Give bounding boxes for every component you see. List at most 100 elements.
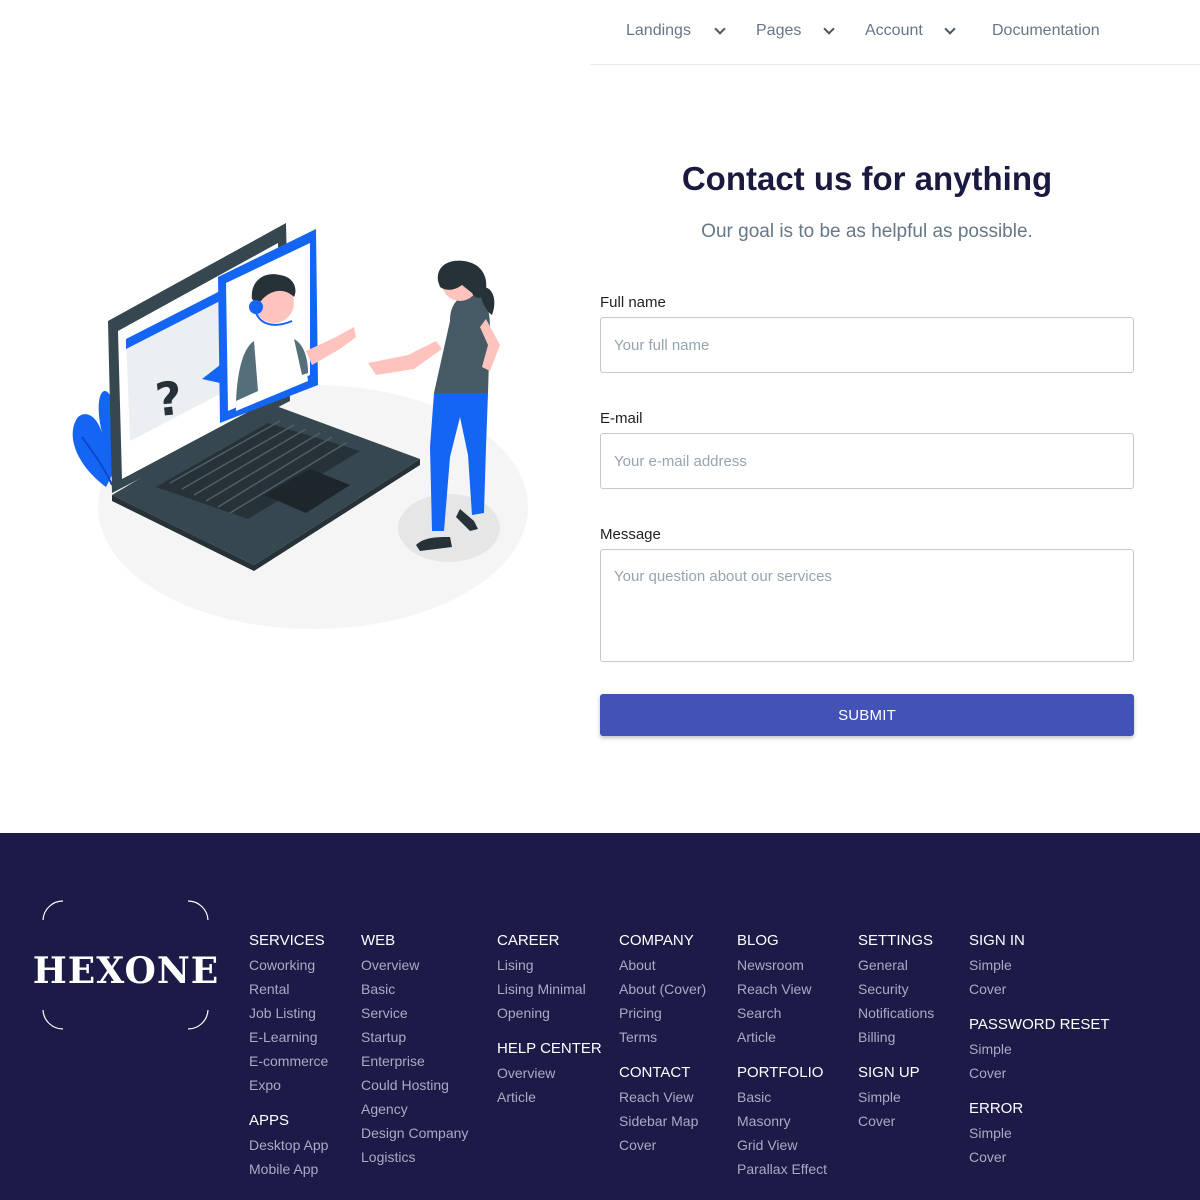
footer-link[interactable]: Basic bbox=[361, 977, 468, 1001]
nav-item-pages[interactable]: Pages bbox=[756, 22, 836, 40]
footer-heading: SIGN IN bbox=[969, 932, 1025, 949]
nav-item-label: Pages bbox=[756, 22, 802, 39]
question-mark-glyph: ? bbox=[153, 371, 185, 427]
footer-link[interactable]: Sidebar Map bbox=[619, 1109, 706, 1133]
footer-link[interactable]: About (Cover) bbox=[619, 977, 706, 1001]
footer-section-gap bbox=[619, 1049, 706, 1061]
footer-section-gap bbox=[249, 1097, 328, 1109]
footer: HEXONE SERVICES Coworking Rental Job Listin… bbox=[0, 833, 1200, 1200]
footer-link[interactable]: Agency bbox=[361, 1097, 468, 1121]
footer-link[interactable]: Simple bbox=[969, 953, 1110, 977]
footer-heading: CAREER bbox=[497, 932, 560, 949]
nav-item-label: Documentation bbox=[992, 22, 1100, 39]
chevron-down-icon bbox=[823, 22, 836, 35]
footer-column: BLOG Newsroom Reach View Search Article PORTF… bbox=[737, 929, 827, 1181]
page-title: Contact us for anything bbox=[681, 160, 1053, 197]
footer-link[interactable]: Mobile App bbox=[249, 1157, 328, 1181]
footer-section-gap bbox=[497, 1025, 602, 1037]
footer-column: SETTINGS General Security Notifications Bill… bbox=[858, 929, 934, 1133]
full-name-label: Full name bbox=[600, 294, 666, 311]
footer-heading: PASSWORD RESET bbox=[969, 1016, 1110, 1033]
footer-heading: APPS bbox=[249, 1112, 290, 1129]
footer-link[interactable]: Basic bbox=[737, 1085, 827, 1109]
footer-heading: COMPANY bbox=[619, 932, 694, 949]
footer-link[interactable]: Newsroom bbox=[737, 953, 827, 977]
nav-item-account[interactable]: Account bbox=[865, 22, 956, 40]
footer-link[interactable]: Enterprise bbox=[361, 1049, 468, 1073]
footer-link[interactable]: Cover bbox=[619, 1133, 706, 1157]
footer-link[interactable]: Simple bbox=[858, 1085, 934, 1109]
footer-link[interactable]: Overview bbox=[497, 1061, 602, 1085]
footer-link[interactable]: Cover bbox=[969, 977, 1110, 1001]
footer-link[interactable]: About bbox=[619, 953, 706, 977]
footer-link[interactable]: Terms bbox=[619, 1025, 706, 1049]
footer-section-gap bbox=[737, 1049, 827, 1061]
nav-item-landings[interactable]: Landings bbox=[626, 22, 726, 40]
footer-link[interactable]: Reach View bbox=[619, 1085, 706, 1109]
footer-link[interactable]: Article bbox=[497, 1085, 602, 1109]
footer-link[interactable]: Notifications bbox=[858, 1001, 934, 1025]
email-label: E-mail bbox=[600, 410, 643, 427]
footer-link[interactable]: Job Listing bbox=[249, 1001, 328, 1025]
nav-item-documentation[interactable]: Documentation bbox=[992, 22, 1100, 40]
footer-link[interactable]: Security bbox=[858, 977, 934, 1001]
footer-link[interactable]: Could Hosting bbox=[361, 1073, 468, 1097]
footer-link[interactable]: Billing bbox=[858, 1025, 934, 1049]
message-textarea[interactable] bbox=[600, 549, 1134, 662]
footer-section-gap bbox=[969, 1001, 1110, 1013]
logo[interactable]: HEXONE bbox=[0, 950, 252, 992]
footer-link[interactable]: Coworking bbox=[249, 953, 328, 977]
footer-link[interactable]: Cover bbox=[969, 1061, 1110, 1085]
submit-button[interactable]: SUBMIT bbox=[600, 694, 1134, 736]
footer-link[interactable]: Rental bbox=[249, 977, 328, 1001]
footer-heading: WEB bbox=[361, 932, 396, 949]
chevron-down-icon bbox=[944, 22, 956, 35]
message-label: Message bbox=[600, 526, 661, 543]
page-subtitle: Our goal is to be as helpful as possible… bbox=[701, 221, 1033, 242]
footer-link[interactable]: Cover bbox=[858, 1109, 934, 1133]
footer-link[interactable]: E-Learning bbox=[249, 1025, 328, 1049]
footer-heading: HELP CENTER bbox=[497, 1040, 602, 1057]
footer-link[interactable]: Lising Minimal bbox=[497, 977, 602, 1001]
top-navigation: Landings Pages Account Documentation bbox=[590, 0, 1200, 65]
footer-link[interactable]: Simple bbox=[969, 1121, 1110, 1145]
footer-link[interactable]: Lising bbox=[497, 953, 602, 977]
footer-link[interactable]: General bbox=[858, 953, 934, 977]
footer-column: COMPANY About About (Cover) Pricing Terms CON… bbox=[619, 929, 706, 1157]
full-name-input[interactable] bbox=[600, 317, 1134, 373]
nav-item-label: Account bbox=[865, 22, 923, 39]
footer-link[interactable]: Pricing bbox=[619, 1001, 706, 1025]
footer-heading: ERROR bbox=[969, 1100, 1024, 1117]
footer-column: CAREER Lising Lising Minimal Opening HELP CE… bbox=[497, 929, 602, 1109]
footer-link[interactable]: Reach View bbox=[737, 977, 827, 1001]
footer-heading: SERVICES bbox=[249, 932, 325, 949]
footer-column: WEB Overview Basic Service Startup Enterprise… bbox=[361, 929, 468, 1169]
footer-link[interactable]: Parallax Effect bbox=[737, 1157, 827, 1181]
footer-link[interactable]: Design Company bbox=[361, 1121, 468, 1145]
footer-section-gap bbox=[858, 1049, 934, 1061]
footer-link[interactable]: Grid View bbox=[737, 1133, 827, 1157]
footer-link[interactable]: Logistics bbox=[361, 1145, 468, 1169]
email-input[interactable] bbox=[600, 433, 1134, 489]
footer-link[interactable]: Masonry bbox=[737, 1109, 827, 1133]
footer-link[interactable]: Overview bbox=[361, 953, 468, 977]
footer-link[interactable]: Article bbox=[737, 1025, 827, 1049]
footer-link[interactable]: Cover bbox=[969, 1145, 1110, 1169]
chevron-down-icon bbox=[714, 22, 726, 35]
nav-item-label: Landings bbox=[626, 22, 691, 39]
footer-link[interactable]: Search bbox=[737, 1001, 827, 1025]
footer-column: SIGN IN Simple Cover PASSWORD RESET Simple Co… bbox=[969, 929, 1110, 1169]
footer-link[interactable]: Simple bbox=[969, 1037, 1110, 1061]
customer-support-illustration: ? bbox=[72, 223, 528, 629]
footer-heading: CONTACT bbox=[619, 1064, 691, 1081]
footer-heading: PORTFOLIO bbox=[737, 1064, 824, 1081]
footer-heading: BLOG bbox=[737, 932, 779, 949]
footer-heading: SETTINGS bbox=[858, 932, 934, 949]
footer-link[interactable]: Opening bbox=[497, 1001, 602, 1025]
footer-link[interactable]: Service bbox=[361, 1001, 468, 1025]
footer-link[interactable]: E-commerce bbox=[249, 1049, 328, 1073]
footer-link[interactable]: Expo bbox=[249, 1073, 328, 1097]
footer-link[interactable]: Desktop App bbox=[249, 1133, 328, 1157]
footer-heading: SIGN UP bbox=[858, 1064, 920, 1081]
footer-link[interactable]: Startup bbox=[361, 1025, 468, 1049]
